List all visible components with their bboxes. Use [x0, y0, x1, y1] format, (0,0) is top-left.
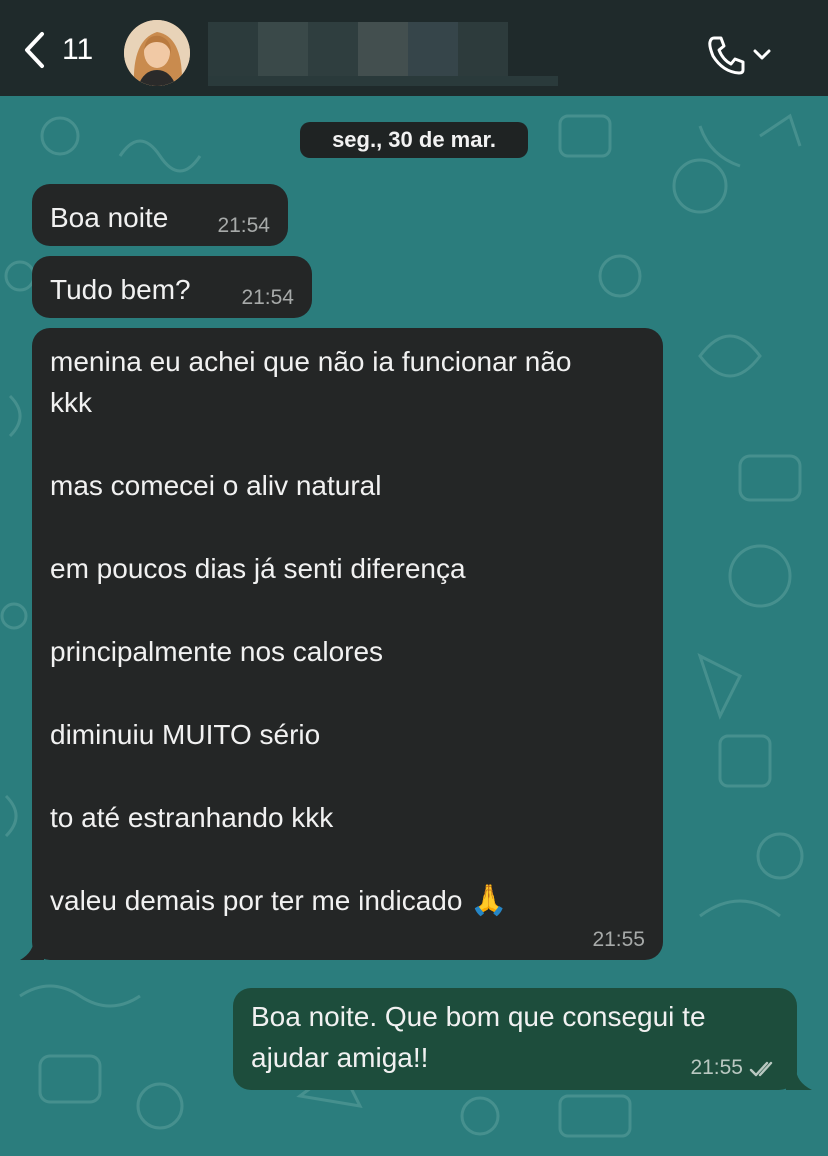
- message-text: Boa noite: [50, 202, 169, 233]
- date-separator: seg., 30 de mar.: [300, 122, 528, 158]
- incoming-message[interactable]: menina eu achei que não ia funcionar não…: [32, 328, 663, 960]
- message-time: 21:54: [241, 286, 294, 309]
- unread-count: 11: [62, 33, 94, 66]
- message-line: menina eu achei que não ia funcionar não: [50, 346, 572, 377]
- message-time: 21:54: [217, 214, 270, 237]
- contact-avatar[interactable]: [124, 20, 190, 86]
- message-line: kkk: [50, 387, 92, 418]
- message-line: valeu demais por ter me indicado: [50, 885, 463, 916]
- chevron-down-icon: [753, 49, 771, 60]
- praying-hands-emoji: 🙏: [470, 884, 508, 917]
- contact-name-redacted-underline: [208, 76, 558, 86]
- incoming-bubble-tail: [20, 938, 44, 960]
- message-line: Boa noite. Que bom que consegui te: [251, 1001, 706, 1032]
- message-line: diminuiu MUITO sério: [50, 719, 321, 750]
- incoming-message[interactable]: Boa noite 21:54: [32, 184, 288, 246]
- message-time: 21:55: [592, 928, 645, 951]
- chat-area[interactable]: seg., 30 de mar. Boa noite 21:54 Tudo be…: [0, 96, 828, 1156]
- phone-icon: [708, 36, 745, 75]
- call-button[interactable]: [706, 34, 772, 76]
- contact-name-redacted[interactable]: [208, 22, 508, 78]
- message-line: principalmente nos calores: [50, 636, 384, 667]
- outgoing-bubble-tail: [786, 1068, 812, 1090]
- chat-header: 11: [0, 0, 828, 96]
- message-line-with-emoji: valeu demais por ter me indicado 🙏: [50, 880, 645, 921]
- outgoing-message[interactable]: Boa noite. Que bom que consegui te ajuda…: [233, 988, 797, 1090]
- incoming-message[interactable]: Tudo bem? 21:54: [32, 256, 312, 318]
- back-chevron-icon: [25, 32, 44, 68]
- avatar-image: [124, 20, 190, 86]
- back-button[interactable]: 11: [22, 30, 93, 70]
- message-text: Tudo bem?: [50, 274, 191, 305]
- message-line: mas comecei o aliv natural: [50, 470, 382, 501]
- double-check-icon: [749, 1061, 773, 1077]
- message-line: em poucos dias já senti diferença: [50, 553, 466, 584]
- message-line: to até estranhando kkk: [50, 802, 334, 833]
- message-time: 21:55: [690, 1056, 743, 1079]
